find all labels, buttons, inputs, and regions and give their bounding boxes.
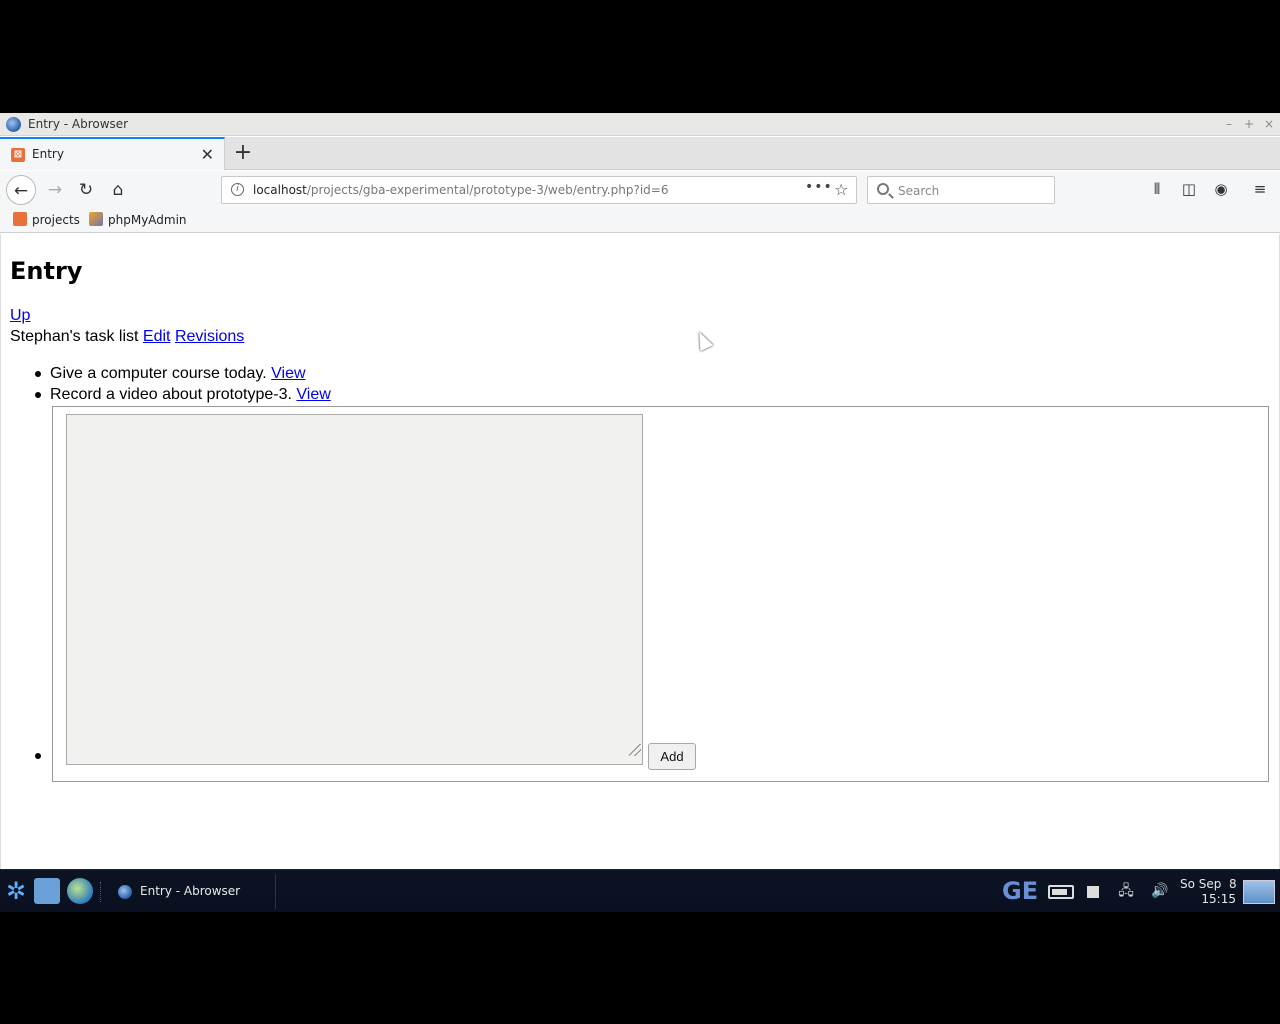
- clock-date: So Sep 8: [1180, 877, 1237, 891]
- page-actions-icon[interactable]: •••: [805, 179, 833, 195]
- web-browser-icon[interactable]: [67, 878, 93, 904]
- task-text: Give a computer course today.: [50, 365, 267, 382]
- list-bullet: [35, 753, 41, 759]
- up-link[interactable]: Up: [10, 307, 30, 325]
- search-bar[interactable]: [867, 176, 1055, 204]
- tab-entry[interactable]: ⊠ Entry ✕: [0, 137, 225, 170]
- clock[interactable]: So Sep 8 15:15: [1180, 877, 1237, 907]
- new-task-form: Add: [52, 406, 1269, 782]
- close-window-icon[interactable]: ×: [1261, 116, 1277, 132]
- reload-icon[interactable]: ↻: [71, 175, 101, 205]
- task-list-title: Stephan's task list: [10, 328, 139, 345]
- phpmyadmin-bookmark-icon: [89, 212, 103, 226]
- revisions-link[interactable]: Revisions: [175, 328, 244, 345]
- bookmark-phpmyadmin[interactable]: phpMyAdmin: [89, 212, 187, 227]
- bookmark-star-icon[interactable]: ☆: [834, 180, 848, 199]
- battery-icon[interactable]: [1048, 885, 1074, 899]
- task-text: Record a video about prototype-3.: [50, 386, 292, 403]
- taskbar-separator: [100, 882, 102, 902]
- close-tab-icon[interactable]: ✕: [201, 145, 214, 164]
- bookmark-projects[interactable]: projects: [13, 212, 80, 227]
- new-tab-icon[interactable]: +: [233, 140, 253, 165]
- view-link[interactable]: View: [296, 386, 330, 403]
- site-info-icon[interactable]: i: [231, 183, 244, 196]
- bookmarks-toolbar: projects phpMyAdmin: [0, 208, 1280, 233]
- window-title: Entry - Abrowser: [28, 117, 129, 131]
- url-path: /projects/gba-experimental/prototype-3/w…: [306, 183, 669, 197]
- forward-icon[interactable]: →: [40, 175, 70, 205]
- minimize-icon[interactable]: –: [1221, 116, 1237, 132]
- list-bullet: [35, 392, 41, 398]
- taskbar: ✲ Entry - Abrowser GE 🖧 🔊 So Sep 8 15:15: [0, 869, 1280, 912]
- browser-window: Entry - Abrowser – + × ⊠ Entry ✕ + ← → ↻…: [0, 113, 1280, 869]
- tray-square-icon[interactable]: [1087, 886, 1099, 898]
- url-host: localhost: [253, 183, 307, 197]
- xampp-bookmark-icon: [13, 212, 27, 226]
- search-icon: [877, 183, 889, 195]
- library-icon[interactable]: ⫴: [1147, 179, 1167, 199]
- home-icon[interactable]: ⌂: [103, 175, 133, 205]
- volume-icon[interactable]: 🔊: [1149, 878, 1171, 904]
- list-bullet: [35, 371, 41, 377]
- list-item: Record a video about prototype-3. View: [50, 386, 331, 404]
- url-text[interactable]: localhost/projects/gba-experimental/prot…: [253, 183, 668, 197]
- account-icon[interactable]: ◉: [1211, 179, 1231, 199]
- taskbar-window-label: Entry - Abrowser: [140, 884, 241, 898]
- maximize-icon[interactable]: +: [1241, 116, 1257, 132]
- list-item: Give a computer course today. View: [50, 365, 306, 383]
- back-icon[interactable]: ←: [6, 175, 36, 205]
- xampp-favicon-icon: ⊠: [11, 148, 25, 162]
- file-manager-icon[interactable]: [34, 878, 60, 904]
- page-title: Entry: [10, 257, 83, 285]
- browser-app-icon: [6, 117, 21, 132]
- page-content: Entry Up Stephan's task list Edit Revisi…: [0, 234, 1280, 869]
- show-desktop-icon[interactable]: [1243, 880, 1275, 904]
- browser-app-icon: [118, 885, 132, 899]
- view-link[interactable]: View: [271, 365, 305, 382]
- taskbar-window-button[interactable]: Entry - Abrowser: [110, 874, 276, 909]
- search-input[interactable]: [898, 182, 1048, 199]
- menu-hamburger-icon[interactable]: ≡: [1250, 179, 1270, 199]
- sidebar-icon[interactable]: ◫: [1179, 179, 1199, 199]
- task-list-header: Stephan's task list Edit Revisions: [10, 328, 244, 346]
- keyboard-layout-indicator[interactable]: GE: [1002, 878, 1038, 904]
- new-task-textarea[interactable]: [66, 414, 643, 765]
- resize-handle-icon[interactable]: [629, 744, 641, 756]
- title-bar: Entry - Abrowser – + ×: [0, 113, 1280, 136]
- edit-link[interactable]: Edit: [143, 328, 171, 345]
- bookmark-label: projects: [32, 213, 80, 227]
- bookmark-label: phpMyAdmin: [108, 213, 187, 227]
- clock-time: 15:15: [1201, 892, 1236, 906]
- navigation-toolbar: ← → ↻ ⌂ i localhost/projects/gba-experim…: [0, 171, 1280, 208]
- network-icon[interactable]: 🖧: [1114, 878, 1138, 904]
- tab-label: Entry: [32, 147, 64, 161]
- start-menu-icon[interactable]: ✲: [3, 878, 29, 904]
- add-button[interactable]: Add: [648, 743, 696, 770]
- url-bar[interactable]: i localhost/projects/gba-experimental/pr…: [221, 176, 857, 204]
- tab-strip: ⊠ Entry ✕ +: [0, 137, 1280, 170]
